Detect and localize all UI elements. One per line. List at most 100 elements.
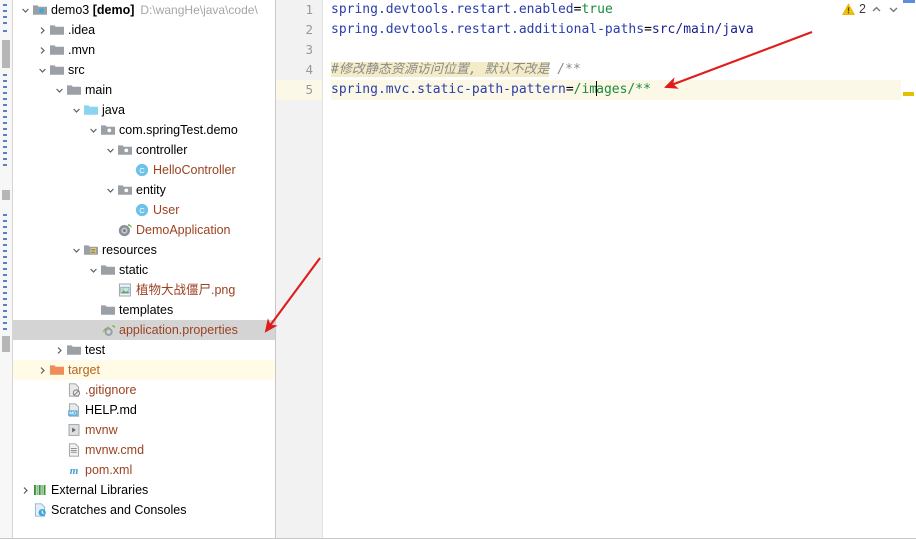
tree-row-label: HelloController [153,163,236,177]
property-key: spring.devtools.restart.additional-paths [331,22,645,37]
tree-row-label: mvnw.cmd [85,443,145,457]
editor-marker-scrollbar[interactable] [901,0,916,539]
chevron-right-icon[interactable] [36,360,48,380]
tree-row[interactable]: Scratches and Consoles [13,500,275,520]
tree-row[interactable]: mvnw [13,420,275,440]
chevron-down-icon[interactable] [887,3,900,16]
strip-mark [3,298,7,300]
strip-mark [3,80,7,82]
tree-row[interactable]: main [13,80,275,100]
tree-row[interactable]: com.springTest.demo [13,120,275,140]
strip-mark [3,256,7,258]
strip-mark [3,220,7,222]
chevron-down-icon[interactable] [36,60,48,80]
code-line[interactable]: #修改静态资源访问位置, 默认不改是 /** [331,60,901,80]
tree-row[interactable]: 植物大战僵尸.png [13,280,275,300]
package-icon [116,182,133,198]
project-tree[interactable]: demo3 [demo] D:\wangHe\java\code\ .idea .mv… [13,0,275,520]
chevron-down-icon[interactable] [70,100,82,120]
tree-row[interactable]: static [13,260,275,280]
warning-triangle-icon [842,2,855,16]
strip-mark [3,98,7,100]
markdown-file-icon: MD [65,402,82,418]
code-line[interactable] [331,40,901,60]
project-path: D:\wangHe\java\code\ [140,3,258,17]
tree-row-label: resources [102,243,157,257]
line-number: 3 [305,42,313,57]
tree-row[interactable]: demo3 [demo] D:\wangHe\java\code\ [13,0,275,20]
tree-row-label: controller [136,143,188,157]
tree-row-label: java [102,103,125,117]
tree-row[interactable]: .idea [13,20,275,40]
strip-mark [3,322,7,324]
tree-row[interactable]: java [13,100,275,120]
folder-icon [48,62,65,78]
strip-mark [3,158,7,160]
folder-icon [99,302,116,318]
code-line[interactable]: spring.mvc.static-path-pattern=/images/*… [331,80,901,100]
strip-mark [3,128,7,130]
tree-row[interactable]: resources [13,240,275,260]
chevron-down-icon[interactable] [87,260,99,280]
chevron-right-icon[interactable] [19,480,31,500]
code-line[interactable]: spring.devtools.restart.additional-paths… [331,20,901,40]
chevron-right-icon[interactable] [36,40,48,60]
editor-line-number-gutter[interactable]: 1 2 3 4 5 [276,0,323,539]
tree-row[interactable]: .gitignore [13,380,275,400]
editor-area[interactable]: 12345 spring.devtools.restart.enabled=tr… [276,0,916,539]
svg-text:C: C [139,206,145,215]
code-line[interactable]: spring.devtools.restart.enabled=true [331,0,901,20]
tree-row-label: demo3 [demo] [51,0,134,20]
java-class-icon: C [133,162,150,178]
module-name: [demo] [92,3,135,17]
tree-row[interactable]: DemoApplication [13,220,275,240]
left-tool-strip[interactable] [0,0,13,539]
chevron-down-icon[interactable] [104,140,116,160]
tree-row[interactable]: target [13,360,275,380]
tree-row[interactable]: C User [13,200,275,220]
project-tool-window[interactable]: demo3 [demo] D:\wangHe\java\code\ .idea .mv… [13,0,276,539]
tree-row[interactable]: application.properties [13,320,275,340]
editor-code-area[interactable]: spring.devtools.restart.enabled=true spri… [323,0,901,539]
tree-row-label: src [68,63,85,77]
warning-marker[interactable] [903,92,914,96]
tree-row[interactable]: controller [13,140,275,160]
chevron-down-icon[interactable] [19,0,31,20]
strip-mark [3,74,7,76]
strip-scroll-thumb[interactable] [2,336,10,352]
chevron-down-icon[interactable] [70,240,82,260]
chevron-right-icon[interactable] [53,340,65,360]
tree-row[interactable]: templates [13,300,275,320]
strip-mark [3,280,7,282]
tree-row[interactable]: test [13,340,275,360]
chevron-down-icon[interactable] [87,120,99,140]
text-file-icon [65,442,82,458]
inspection-widget[interactable]: 2 [842,2,900,16]
chevron-down-icon[interactable] [53,80,65,100]
strip-mark [3,304,7,306]
tree-row-label: com.springTest.demo [119,123,238,137]
chevron-down-icon[interactable] [104,180,116,200]
chevron-up-icon[interactable] [870,3,883,16]
strip-mark [3,286,7,288]
tree-row[interactable]: External Libraries [13,480,275,500]
tree-row[interactable]: MD HELP.md [13,400,275,420]
package-icon [116,142,133,158]
chevron-right-icon[interactable] [36,20,48,40]
strip-scroll-thumb[interactable] [2,190,10,200]
warning-count: 2 [859,2,866,16]
scratches-icon [31,502,48,518]
tree-row[interactable]: .mvn [13,40,275,60]
folder-icon [65,342,82,358]
tree-row[interactable]: src [13,60,275,80]
folder-icon [65,82,82,98]
strip-markers [2,0,10,539]
strip-scroll-thumb[interactable] [2,40,10,68]
tree-row[interactable]: m pom.xml [13,460,275,480]
tree-row[interactable]: entity [13,180,275,200]
tree-row[interactable]: mvnw.cmd [13,440,275,460]
strip-mark [3,86,7,88]
scrollbar-thumb[interactable] [903,0,915,3]
svg-text:MD: MD [69,411,77,416]
tree-row[interactable]: C HelloController [13,160,275,180]
